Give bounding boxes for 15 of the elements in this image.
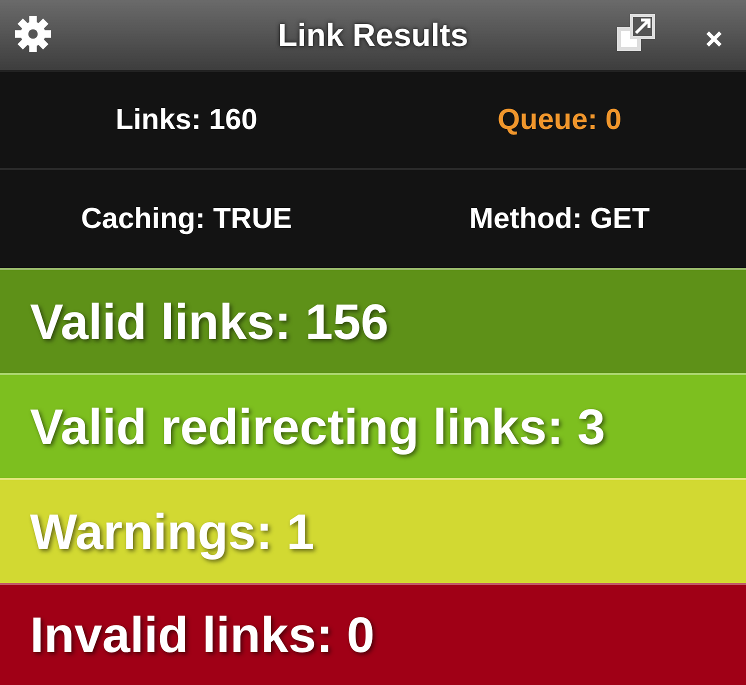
result-label: Warnings: 1: [30, 502, 314, 560]
result-band[interactable]: Valid links: 156: [0, 268, 746, 373]
popout-icon[interactable]: [616, 13, 656, 53]
stat-label: Queue: 0: [496, 104, 623, 136]
result-label: Valid links: 156: [30, 292, 389, 350]
stat-label: Links: 160: [114, 104, 258, 136]
result-band[interactable]: Valid redirecting links: 3: [0, 373, 746, 478]
stat-label: Caching: TRUE: [80, 202, 294, 236]
result-label: Invalid links: 0: [30, 606, 375, 664]
result-band[interactable]: Invalid links: 0: [0, 583, 746, 685]
settings-icon[interactable]: [14, 15, 52, 53]
window-title: Link Results: [278, 16, 468, 54]
close-icon[interactable]: [705, 30, 723, 48]
stat-label: Method: GET: [468, 202, 651, 236]
result-label: Valid redirecting links: 3: [30, 398, 606, 456]
